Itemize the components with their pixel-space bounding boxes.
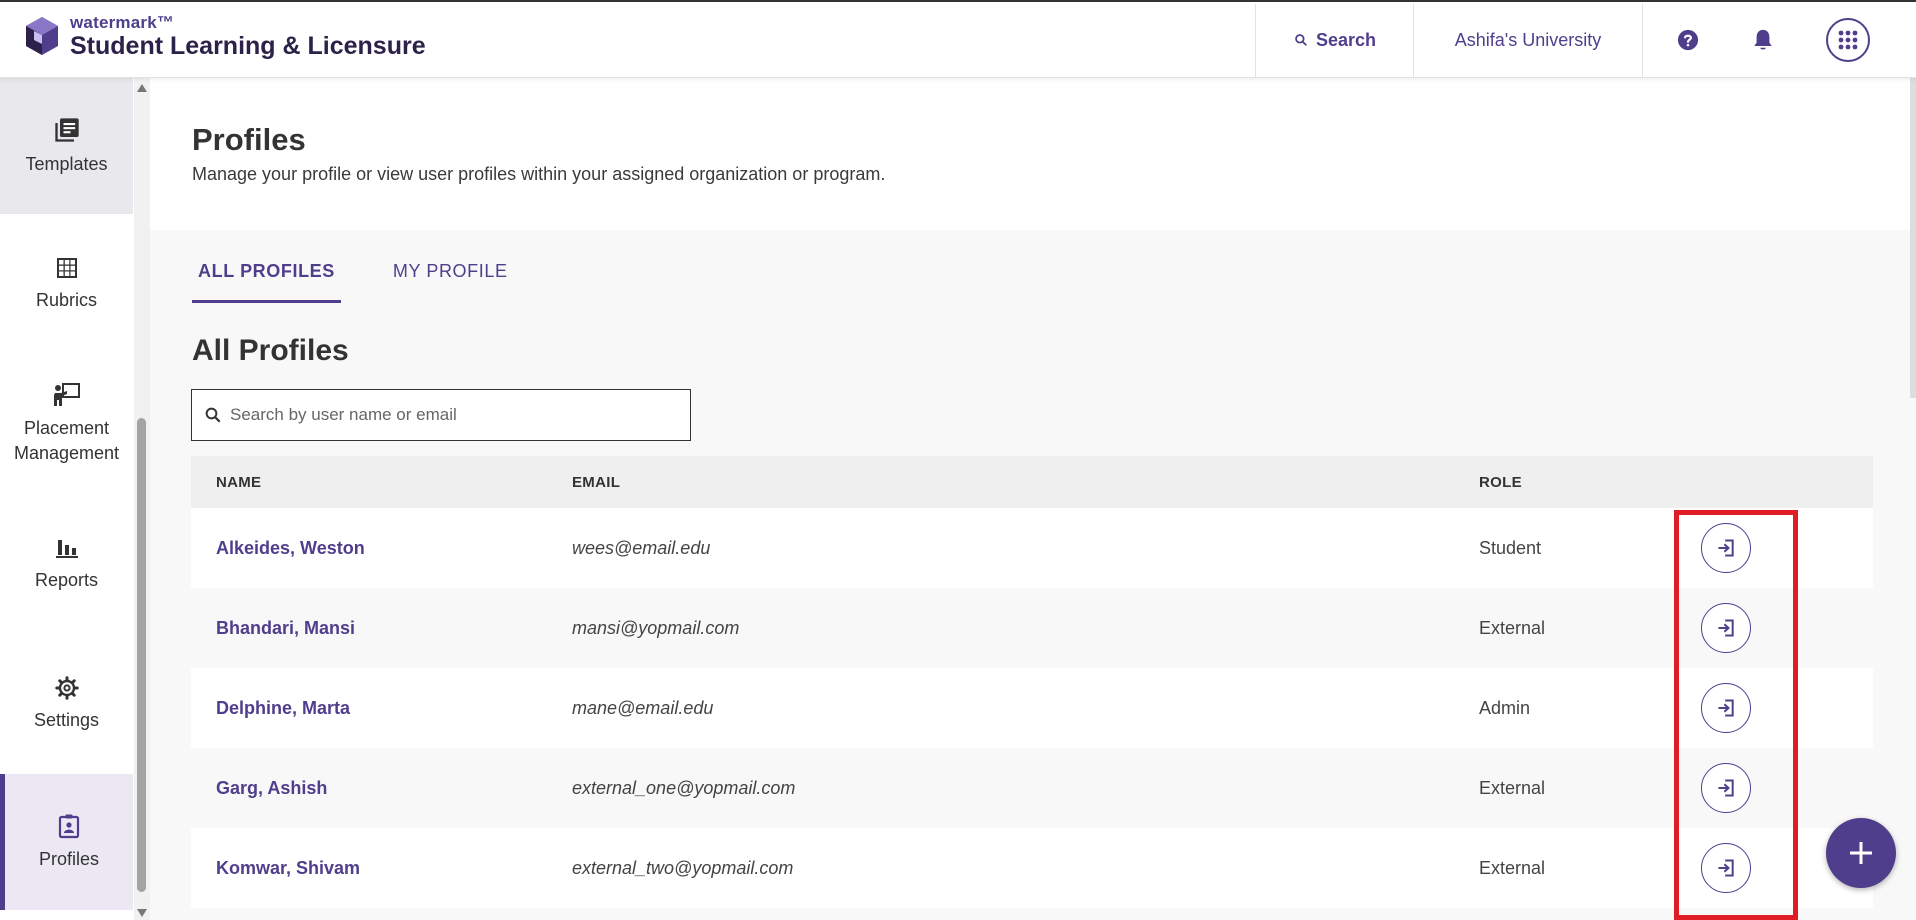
help-circle-icon [1677, 29, 1699, 51]
profile-name-link[interactable]: Delphine, Marta [216, 698, 350, 718]
table-row: Bhandari, Mansi mansi@yopmail.com Extern… [191, 588, 1873, 668]
sidebar-item-settings[interactable]: Settings [0, 634, 133, 774]
sidebar-item-label: Templates [25, 153, 108, 174]
profile-role: External [1479, 777, 1546, 798]
table-row: Delphine, Marta mane@email.edu Admin [191, 668, 1873, 748]
profile-email: external_two@yopmail.com [572, 857, 794, 878]
column-header-email[interactable]: EMAIL [572, 474, 1479, 491]
table-header-row: NAME EMAIL ROLE [191, 456, 1873, 508]
apps-grid-icon [1826, 18, 1870, 62]
profile-name-link[interactable]: Bhandari, Mansi [216, 618, 355, 638]
notification-bell-icon [1754, 29, 1772, 50]
sidebar-scrollbar[interactable] [134, 78, 150, 920]
scrollbar-thumb[interactable] [137, 418, 146, 892]
profile-name-link[interactable]: Alkeides, Weston [216, 538, 365, 558]
page-title: Profiles [192, 122, 306, 157]
bar-chart-icon [55, 539, 78, 558]
brand-title: Student Learning & Licensure [70, 32, 426, 60]
header-divider [1642, 4, 1643, 78]
help-button[interactable] [1670, 2, 1706, 78]
search-icon [205, 407, 221, 423]
sidebar-item-label: Placement Management [13, 418, 120, 463]
column-header-role[interactable]: ROLE [1479, 474, 1679, 491]
profile-tabs: ALL PROFILES MY PROFILE [192, 253, 560, 303]
table-row: Garg, Ashish external_one@yopmail.com Ex… [191, 748, 1873, 828]
profile-badge-icon [58, 814, 80, 838]
header-search-button[interactable]: Search [1256, 2, 1414, 78]
profile-email: wees@email.edu [572, 537, 711, 558]
scroll-up-arrow-icon[interactable] [137, 84, 147, 92]
table-row: Alkeides, Weston wees@email.edu Student [191, 508, 1873, 588]
profile-search-box [191, 389, 691, 441]
watermark-logo-icon [26, 16, 58, 55]
plus-icon [1850, 842, 1872, 864]
tab-my-profile[interactable]: MY PROFILE [387, 253, 514, 303]
search-input[interactable] [230, 405, 670, 425]
main-content: Profiles Manage your profile or view use… [150, 78, 1916, 920]
sidebar-item-templates[interactable]: Templates [0, 78, 133, 214]
top-header: watermark™ Student Learning & Licensure … [0, 0, 1916, 78]
sidebar-item-label: Profiles [38, 848, 100, 869]
university-switcher[interactable]: Ashifa's University [1414, 2, 1642, 78]
apps-menu-button[interactable] [1825, 2, 1871, 78]
profile-email: external_one@yopmail.com [572, 777, 796, 798]
column-header-name[interactable]: NAME [191, 474, 572, 491]
page-subtitle: Manage your profile or view user profile… [192, 164, 886, 184]
sidebar-item-label: Reports [34, 569, 99, 590]
scroll-down-arrow-icon[interactable] [137, 909, 147, 917]
sidebar-item-placement-management[interactable]: Placement Management [0, 354, 133, 494]
placement-presenter-icon [53, 383, 80, 406]
profile-email: mansi@yopmail.com [572, 617, 740, 638]
sidebar-item-label: Settings [33, 709, 100, 730]
brand[interactable]: watermark™ Student Learning & Licensure [22, 14, 426, 59]
profile-role: External [1479, 617, 1546, 638]
profile-role: External [1479, 857, 1546, 878]
university-name: Ashifa's University [1454, 29, 1602, 50]
sidebar-item-profiles[interactable]: Profiles [0, 774, 133, 910]
grid-table-icon [56, 257, 77, 278]
profile-name-link[interactable]: Komwar, Shivam [216, 858, 360, 878]
profile-role: Student [1479, 537, 1542, 558]
sidebar-item-reports[interactable]: Reports [0, 494, 133, 634]
brand-small-label: watermark™ [70, 13, 175, 32]
profile-role: Admin [1479, 697, 1531, 718]
profile-name-link[interactable]: Garg, Ashish [216, 778, 327, 798]
table-row: Komwar, Shivam external_two@yopmail.com … [191, 828, 1873, 908]
profile-email: mane@email.edu [572, 697, 714, 718]
gear-icon [54, 675, 79, 700]
profiles-table: NAME EMAIL ROLE Alkeides, Weston wees@em… [191, 456, 1873, 908]
sidebar-item-label: Rubrics [35, 289, 97, 310]
section-title: All Profiles [192, 334, 349, 367]
tab-all-profiles[interactable]: ALL PROFILES [192, 253, 341, 303]
add-profile-button[interactable] [1826, 818, 1896, 888]
search-icon [1295, 34, 1307, 46]
sidebar-nav: Templates Rubrics Placement Management R… [0, 78, 133, 920]
main-scrollbar[interactable] [1910, 78, 1916, 398]
page-header: Profiles Manage your profile or view use… [150, 78, 1916, 230]
sidebar-item-rubrics[interactable]: Rubrics [0, 214, 133, 354]
header-search-label: Search [1315, 29, 1377, 50]
highlight-annotation-box [1674, 510, 1798, 920]
templates-icon [54, 117, 79, 142]
notifications-button[interactable] [1745, 2, 1781, 78]
